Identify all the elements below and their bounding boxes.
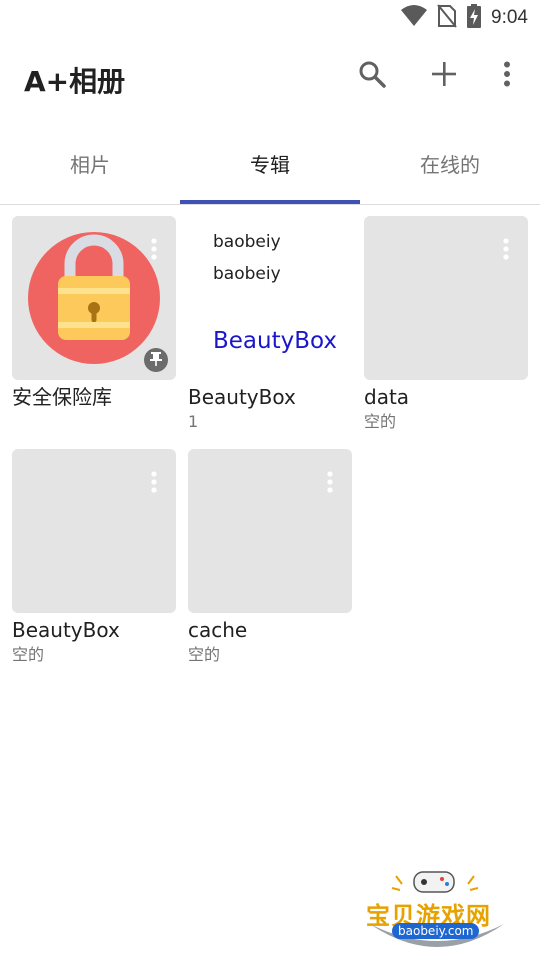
preview-line: baobeiy (213, 264, 281, 284)
album-more-icon[interactable] (502, 238, 510, 260)
battery-charging-icon (467, 4, 482, 32)
album-card-beautybox[interactable]: baobeiy baobeiy BeautyBox BeautyBox 1 (188, 216, 352, 434)
album-count: 1 (188, 412, 199, 431)
album-card-beautybox-empty[interactable]: BeautyBox 空的 (12, 449, 176, 667)
album-name: BeautyBox (12, 618, 120, 642)
album-name: 安全保险库 (12, 385, 112, 409)
search-button[interactable] (356, 60, 388, 92)
preview-link-text: BeautyBox (213, 328, 337, 354)
album-count: 空的 (12, 645, 45, 664)
album-thumbnail (364, 216, 528, 380)
album-thumbnail: baobeiy baobeiy BeautyBox (188, 216, 352, 380)
overflow-menu-button[interactable] (491, 60, 523, 92)
add-icon (431, 61, 457, 91)
status-bar: 9:04 (0, 0, 540, 36)
wifi-icon (401, 5, 428, 31)
app-bar: A+相册 (0, 36, 540, 120)
album-count: 空的 (364, 412, 397, 431)
watermark-logo: 宝贝游戏网 baobeiy.com (362, 862, 512, 954)
tab-online[interactable]: 在线的 (360, 124, 540, 202)
album-name: cache (188, 618, 248, 642)
tab-photos[interactable]: 相片 (0, 124, 180, 202)
album-name: data (364, 385, 410, 409)
preview-line: baobeiy (213, 232, 281, 252)
status-icons: 9:04 (401, 4, 528, 32)
pin-icon (150, 351, 162, 370)
screen: 9:04 A+相册 相片 专辑 在线的 安全保险库 baobeiy baobei… (0, 0, 540, 960)
album-thumbnail (12, 216, 176, 380)
tab-bar: 相片 专辑 在线的 (0, 124, 540, 205)
app-title: A+相册 (24, 65, 126, 98)
album-card-cache[interactable]: cache 空的 (188, 449, 352, 667)
album-more-icon[interactable] (326, 471, 334, 493)
album-more-icon[interactable] (150, 471, 158, 493)
album-more-icon[interactable] (150, 238, 158, 260)
album-card-data[interactable]: data 空的 (364, 216, 528, 434)
album-thumbnail (12, 449, 176, 613)
tab-divider (0, 204, 540, 205)
add-button[interactable] (428, 60, 460, 92)
search-icon (358, 60, 386, 92)
album-count: 空的 (188, 645, 221, 664)
album-name: BeautyBox (188, 385, 296, 409)
tab-albums[interactable]: 专辑 (180, 124, 360, 202)
album-thumbnail (188, 449, 352, 613)
more-vert-icon (503, 61, 511, 91)
no-sim-icon (437, 4, 457, 32)
pin-badge (144, 348, 168, 372)
watermark-url: baobeiy.com (392, 923, 480, 939)
status-time: 9:04 (491, 7, 528, 28)
album-card-vault[interactable]: 安全保险库 (12, 216, 176, 410)
